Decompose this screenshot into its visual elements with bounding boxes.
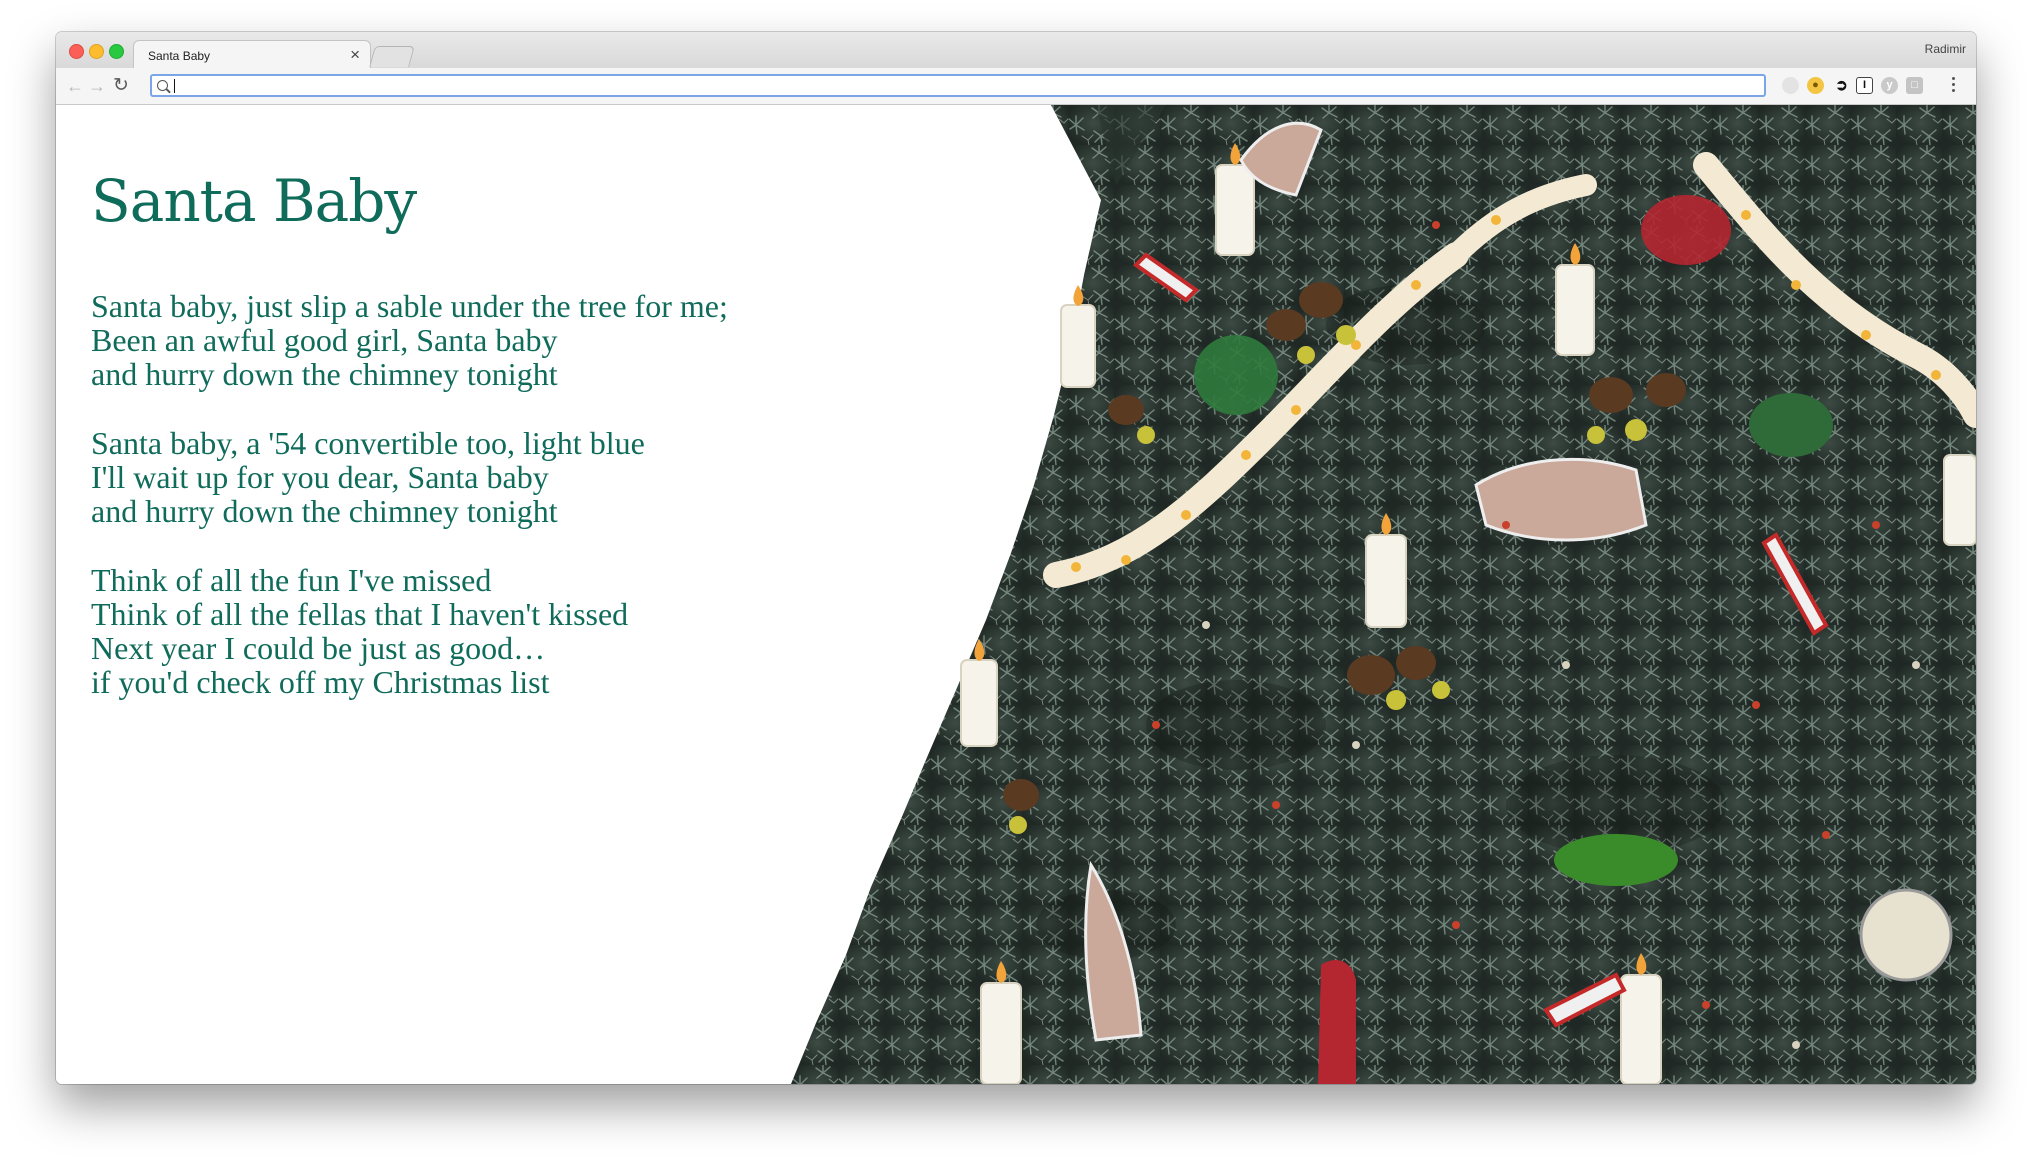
- reload-icon[interactable]: ↻: [110, 75, 132, 97]
- lyric-line: Next year I could be just as good…: [91, 630, 546, 666]
- page-content: Santa Baby Santa baby, just slip a sable…: [56, 105, 1976, 1084]
- text-caret: [174, 79, 175, 93]
- lyric-line: I'll wait up for you dear, Santa baby: [91, 459, 549, 495]
- song-title: Santa Baby: [91, 167, 417, 235]
- address-input[interactable]: [174, 78, 1754, 94]
- verse-1: Santa baby, just slip a sable under the …: [91, 289, 728, 391]
- browser-toolbar: ← → ↻ ● ➲ I y □: [56, 68, 1976, 105]
- back-arrow-icon[interactable]: ←: [64, 75, 86, 97]
- lyric-line: Think of all the fun I've missed: [91, 562, 492, 598]
- lyric-line: Think of all the fellas that I haven't k…: [91, 596, 629, 632]
- new-tab-button[interactable]: [369, 46, 415, 67]
- close-window-button[interactable]: [69, 44, 84, 59]
- minimize-window-button[interactable]: [89, 44, 104, 59]
- extension-coin-icon[interactable]: ●: [1807, 77, 1824, 94]
- lyric-line: Santa baby, just slip a sable under the …: [91, 288, 728, 324]
- browser-window: Santa Baby × Radimir ← → ↻ ● ➲ I y □ San…: [56, 32, 1976, 1084]
- tab-santa-baby[interactable]: Santa Baby ×: [133, 40, 371, 69]
- extension-cursor-icon[interactable]: ➲: [1833, 77, 1850, 94]
- tab-close-icon[interactable]: ×: [350, 45, 360, 65]
- search-icon: [157, 80, 168, 91]
- verse-3: Think of all the fun I've missed Think o…: [91, 563, 628, 699]
- address-bar[interactable]: [150, 74, 1766, 97]
- lyric-line: Santa baby, a '54 convertible too, light…: [91, 425, 645, 461]
- extension-y-icon[interactable]: y: [1881, 77, 1898, 94]
- lyric-line: Been an awful good girl, Santa baby: [91, 322, 558, 358]
- title-bar: Santa Baby × Radimir: [56, 32, 1976, 69]
- extension-circle-icon[interactable]: [1782, 77, 1799, 94]
- kebab-menu-icon[interactable]: [1952, 77, 1956, 95]
- extension-square-icon[interactable]: □: [1906, 77, 1923, 94]
- maximize-window-button[interactable]: [109, 44, 124, 59]
- lyric-line: and hurry down the chimney tonight: [91, 356, 558, 392]
- lyric-line: if you'd check off my Christmas list: [91, 664, 550, 700]
- tab-title: Santa Baby: [148, 49, 211, 63]
- extension-text-cursor-icon[interactable]: I: [1856, 77, 1873, 94]
- verse-2: Santa baby, a '54 convertible too, light…: [91, 426, 645, 528]
- profile-name[interactable]: Radimir: [1925, 42, 1966, 56]
- lyric-line: and hurry down the chimney tonight: [91, 493, 558, 529]
- forward-arrow-icon[interactable]: →: [86, 75, 108, 97]
